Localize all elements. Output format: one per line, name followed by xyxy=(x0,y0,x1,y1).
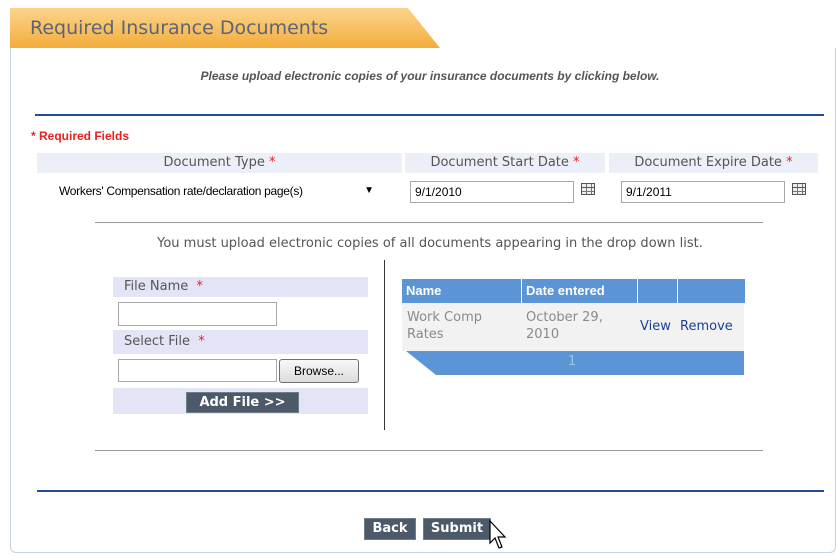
row-name: Work Comp Rates xyxy=(407,310,482,342)
cursor-icon xyxy=(489,519,507,549)
back-button[interactable]: Back xyxy=(364,518,416,540)
expire-date-header: Document Expire Date * xyxy=(609,153,818,173)
view-link[interactable]: View xyxy=(640,319,671,334)
required-fields-note: * Required Fields xyxy=(31,129,130,143)
browse-button[interactable]: Browse... xyxy=(279,359,359,383)
divider xyxy=(95,222,763,223)
page-title: Required Insurance Documents xyxy=(30,17,329,39)
column-header-date[interactable]: Date entered xyxy=(521,279,638,303)
start-date-header: Document Start Date * xyxy=(405,153,605,173)
start-date-label: Document Start Date xyxy=(430,155,569,170)
file-name-input[interactable] xyxy=(118,302,277,326)
dropdown-arrow-icon[interactable]: ▼ xyxy=(364,180,374,202)
document-type-header: Document Type * xyxy=(37,153,402,173)
divider-top xyxy=(35,114,824,116)
submit-button[interactable]: Submit xyxy=(423,518,491,540)
document-type-select[interactable]: Workers' Compensation rate/declaration p… xyxy=(56,180,382,202)
instructions-text: Please upload electronic copies of your … xyxy=(200,69,660,83)
row-date: October 29, 2010 xyxy=(526,310,603,342)
divider xyxy=(95,450,763,451)
column-divider xyxy=(384,260,385,430)
expire-date-input[interactable]: 9/1/2011 xyxy=(621,181,785,203)
required-star: * xyxy=(786,155,793,170)
document-type-value: Workers' Compensation rate/declaration p… xyxy=(59,184,303,198)
column-header-view xyxy=(637,279,677,303)
remove-link[interactable]: Remove xyxy=(680,319,733,334)
column-header-name[interactable]: Name xyxy=(402,279,521,303)
page-number[interactable]: 1 xyxy=(568,354,576,369)
select-file-label: Select File * xyxy=(124,334,205,349)
add-file-button[interactable]: Add File >> xyxy=(186,392,299,413)
start-date-input[interactable]: 9/1/2010 xyxy=(410,181,574,203)
calendar-icon[interactable] xyxy=(792,183,806,195)
divider-bottom xyxy=(37,490,824,492)
document-type-label: Document Type xyxy=(163,155,265,170)
column-header-remove xyxy=(677,279,745,303)
calendar-icon[interactable] xyxy=(581,183,595,195)
required-star: * xyxy=(268,155,276,170)
required-star: * xyxy=(573,155,580,170)
select-file-input[interactable] xyxy=(118,359,277,382)
upload-note: You must upload electronic copies of all… xyxy=(157,236,703,251)
file-name-label: File Name * xyxy=(124,279,204,294)
expire-date-label: Document Expire Date xyxy=(634,155,782,170)
